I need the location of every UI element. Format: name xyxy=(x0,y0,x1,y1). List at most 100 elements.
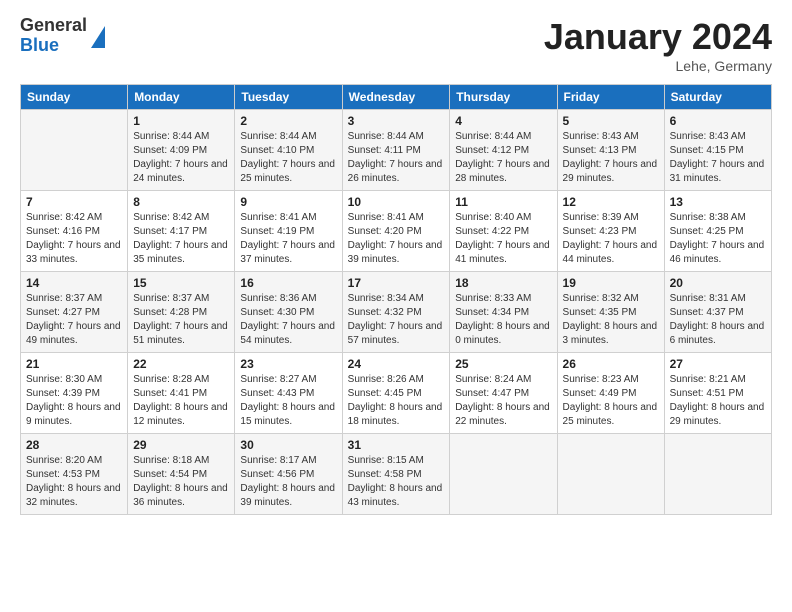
day-info: Sunrise: 8:21 AMSunset: 4:51 PMDaylight:… xyxy=(670,373,766,429)
day-number: 3 xyxy=(348,114,445,128)
day-number: 7 xyxy=(26,195,122,209)
day-info: Sunrise: 8:39 AMSunset: 4:23 PMDaylight:… xyxy=(563,211,659,267)
day-info: Sunrise: 8:24 AMSunset: 4:47 PMDaylight:… xyxy=(455,373,551,429)
day-info: Sunrise: 8:17 AMSunset: 4:56 PMDaylight:… xyxy=(240,454,336,510)
day-number: 2 xyxy=(240,114,336,128)
col-tuesday: Tuesday xyxy=(235,85,342,110)
header: General Blue January 2024 Lehe, Germany xyxy=(20,16,772,74)
day-number: 26 xyxy=(563,357,659,371)
day-number: 30 xyxy=(240,438,336,452)
table-row: 4 Sunrise: 8:44 AMSunset: 4:12 PMDaylight… xyxy=(450,110,557,191)
table-row xyxy=(21,110,128,191)
table-row: 28 Sunrise: 8:20 AMSunset: 4:53 PMDayligh… xyxy=(21,434,128,515)
table-row xyxy=(450,434,557,515)
col-sunday: Sunday xyxy=(21,85,128,110)
page-container: General Blue January 2024 Lehe, Germany … xyxy=(0,0,792,525)
day-number: 17 xyxy=(348,276,445,290)
day-info: Sunrise: 8:31 AMSunset: 4:37 PMDaylight:… xyxy=(670,292,766,348)
day-info: Sunrise: 8:44 AMSunset: 4:10 PMDaylight:… xyxy=(240,130,336,186)
day-info: Sunrise: 8:43 AMSunset: 4:13 PMDaylight:… xyxy=(563,130,659,186)
day-info: Sunrise: 8:37 AMSunset: 4:27 PMDaylight:… xyxy=(26,292,122,348)
day-number: 10 xyxy=(348,195,445,209)
logo-general: General xyxy=(20,16,87,36)
day-number: 5 xyxy=(563,114,659,128)
table-row: 29 Sunrise: 8:18 AMSunset: 4:54 PMDayligh… xyxy=(128,434,235,515)
table-row: 17 Sunrise: 8:34 AMSunset: 4:32 PMDayligh… xyxy=(342,272,450,353)
table-row: 20 Sunrise: 8:31 AMSunset: 4:37 PMDayligh… xyxy=(664,272,771,353)
day-number: 29 xyxy=(133,438,229,452)
day-info: Sunrise: 8:20 AMSunset: 4:53 PMDaylight:… xyxy=(26,454,122,510)
calendar-table: Sunday Monday Tuesday Wednesday Thursday… xyxy=(20,84,772,515)
day-info: Sunrise: 8:32 AMSunset: 4:35 PMDaylight:… xyxy=(563,292,659,348)
day-info: Sunrise: 8:38 AMSunset: 4:25 PMDaylight:… xyxy=(670,211,766,267)
col-wednesday: Wednesday xyxy=(342,85,450,110)
day-info: Sunrise: 8:15 AMSunset: 4:58 PMDaylight:… xyxy=(348,454,445,510)
table-row: 30 Sunrise: 8:17 AMSunset: 4:56 PMDayligh… xyxy=(235,434,342,515)
calendar-week-row: 7 Sunrise: 8:42 AMSunset: 4:16 PMDaylight… xyxy=(21,191,772,272)
table-row: 2 Sunrise: 8:44 AMSunset: 4:10 PMDaylight… xyxy=(235,110,342,191)
table-row: 27 Sunrise: 8:21 AMSunset: 4:51 PMDayligh… xyxy=(664,353,771,434)
day-number: 15 xyxy=(133,276,229,290)
table-row: 7 Sunrise: 8:42 AMSunset: 4:16 PMDaylight… xyxy=(21,191,128,272)
calendar-week-row: 28 Sunrise: 8:20 AMSunset: 4:53 PMDayligh… xyxy=(21,434,772,515)
day-info: Sunrise: 8:34 AMSunset: 4:32 PMDaylight:… xyxy=(348,292,445,348)
day-number: 25 xyxy=(455,357,551,371)
day-number: 24 xyxy=(348,357,445,371)
day-number: 21 xyxy=(26,357,122,371)
col-monday: Monday xyxy=(128,85,235,110)
table-row: 23 Sunrise: 8:27 AMSunset: 4:43 PMDayligh… xyxy=(235,353,342,434)
month-title: January 2024 xyxy=(544,16,772,58)
day-number: 27 xyxy=(670,357,766,371)
calendar-week-row: 21 Sunrise: 8:30 AMSunset: 4:39 PMDayligh… xyxy=(21,353,772,434)
location: Lehe, Germany xyxy=(544,58,772,74)
day-number: 20 xyxy=(670,276,766,290)
table-row: 25 Sunrise: 8:24 AMSunset: 4:47 PMDayligh… xyxy=(450,353,557,434)
day-info: Sunrise: 8:41 AMSunset: 4:19 PMDaylight:… xyxy=(240,211,336,267)
day-number: 1 xyxy=(133,114,229,128)
day-number: 9 xyxy=(240,195,336,209)
day-number: 4 xyxy=(455,114,551,128)
table-row: 11Sunrise: 8:40 AMSunset: 4:22 PMDayligh… xyxy=(450,191,557,272)
day-info: Sunrise: 8:43 AMSunset: 4:15 PMDaylight:… xyxy=(670,130,766,186)
table-row: 26Sunrise: 8:23 AMSunset: 4:49 PMDayligh… xyxy=(557,353,664,434)
day-info: Sunrise: 8:30 AMSunset: 4:39 PMDaylight:… xyxy=(26,373,122,429)
logo: General Blue xyxy=(20,16,105,56)
day-number: 13 xyxy=(670,195,766,209)
table-row: 10 Sunrise: 8:41 AMSunset: 4:20 PMDayligh… xyxy=(342,191,450,272)
calendar-week-row: 1 Sunrise: 8:44 AMSunset: 4:09 PMDaylight… xyxy=(21,110,772,191)
table-row: 19 Sunrise: 8:32 AMSunset: 4:35 PMDayligh… xyxy=(557,272,664,353)
day-info: Sunrise: 8:28 AMSunset: 4:41 PMDaylight:… xyxy=(133,373,229,429)
day-info: Sunrise: 8:36 AMSunset: 4:30 PMDaylight:… xyxy=(240,292,336,348)
day-number: 31 xyxy=(348,438,445,452)
day-info: Sunrise: 8:44 AMSunset: 4:09 PMDaylight:… xyxy=(133,130,229,186)
day-info: Sunrise: 8:40 AMSunset: 4:22 PMDaylight:… xyxy=(455,211,551,267)
day-number: 28 xyxy=(26,438,122,452)
table-row: 24 Sunrise: 8:26 AMSunset: 4:45 PMDayligh… xyxy=(342,353,450,434)
table-row: 5 Sunrise: 8:43 AMSunset: 4:13 PMDaylight… xyxy=(557,110,664,191)
table-row: 1 Sunrise: 8:44 AMSunset: 4:09 PMDaylight… xyxy=(128,110,235,191)
day-number: 14 xyxy=(26,276,122,290)
logo-text: General Blue xyxy=(20,16,87,56)
table-row: 22Sunrise: 8:28 AMSunset: 4:41 PMDayligh… xyxy=(128,353,235,434)
day-info: Sunrise: 8:42 AMSunset: 4:16 PMDaylight:… xyxy=(26,211,122,267)
day-info: Sunrise: 8:27 AMSunset: 4:43 PMDaylight:… xyxy=(240,373,336,429)
day-number: 6 xyxy=(670,114,766,128)
day-number: 23 xyxy=(240,357,336,371)
day-number: 19 xyxy=(563,276,659,290)
table-row: 21 Sunrise: 8:30 AMSunset: 4:39 PMDayligh… xyxy=(21,353,128,434)
table-row: 31 Sunrise: 8:15 AMSunset: 4:58 PMDayligh… xyxy=(342,434,450,515)
logo-blue: Blue xyxy=(20,36,87,56)
table-row: 13 Sunrise: 8:38 AMSunset: 4:25 PMDayligh… xyxy=(664,191,771,272)
day-info: Sunrise: 8:18 AMSunset: 4:54 PMDaylight:… xyxy=(133,454,229,510)
col-friday: Friday xyxy=(557,85,664,110)
day-info: Sunrise: 8:44 AMSunset: 4:12 PMDaylight:… xyxy=(455,130,551,186)
day-info: Sunrise: 8:41 AMSunset: 4:20 PMDaylight:… xyxy=(348,211,445,267)
day-info: Sunrise: 8:26 AMSunset: 4:45 PMDaylight:… xyxy=(348,373,445,429)
calendar-header-row: Sunday Monday Tuesday Wednesday Thursday… xyxy=(21,85,772,110)
table-row xyxy=(664,434,771,515)
table-row: 15Sunrise: 8:37 AMSunset: 4:28 PMDayligh… xyxy=(128,272,235,353)
day-number: 12 xyxy=(563,195,659,209)
table-row: 9 Sunrise: 8:41 AMSunset: 4:19 PMDaylight… xyxy=(235,191,342,272)
calendar-week-row: 14 Sunrise: 8:37 AMSunset: 4:27 PMDayligh… xyxy=(21,272,772,353)
day-number: 16 xyxy=(240,276,336,290)
